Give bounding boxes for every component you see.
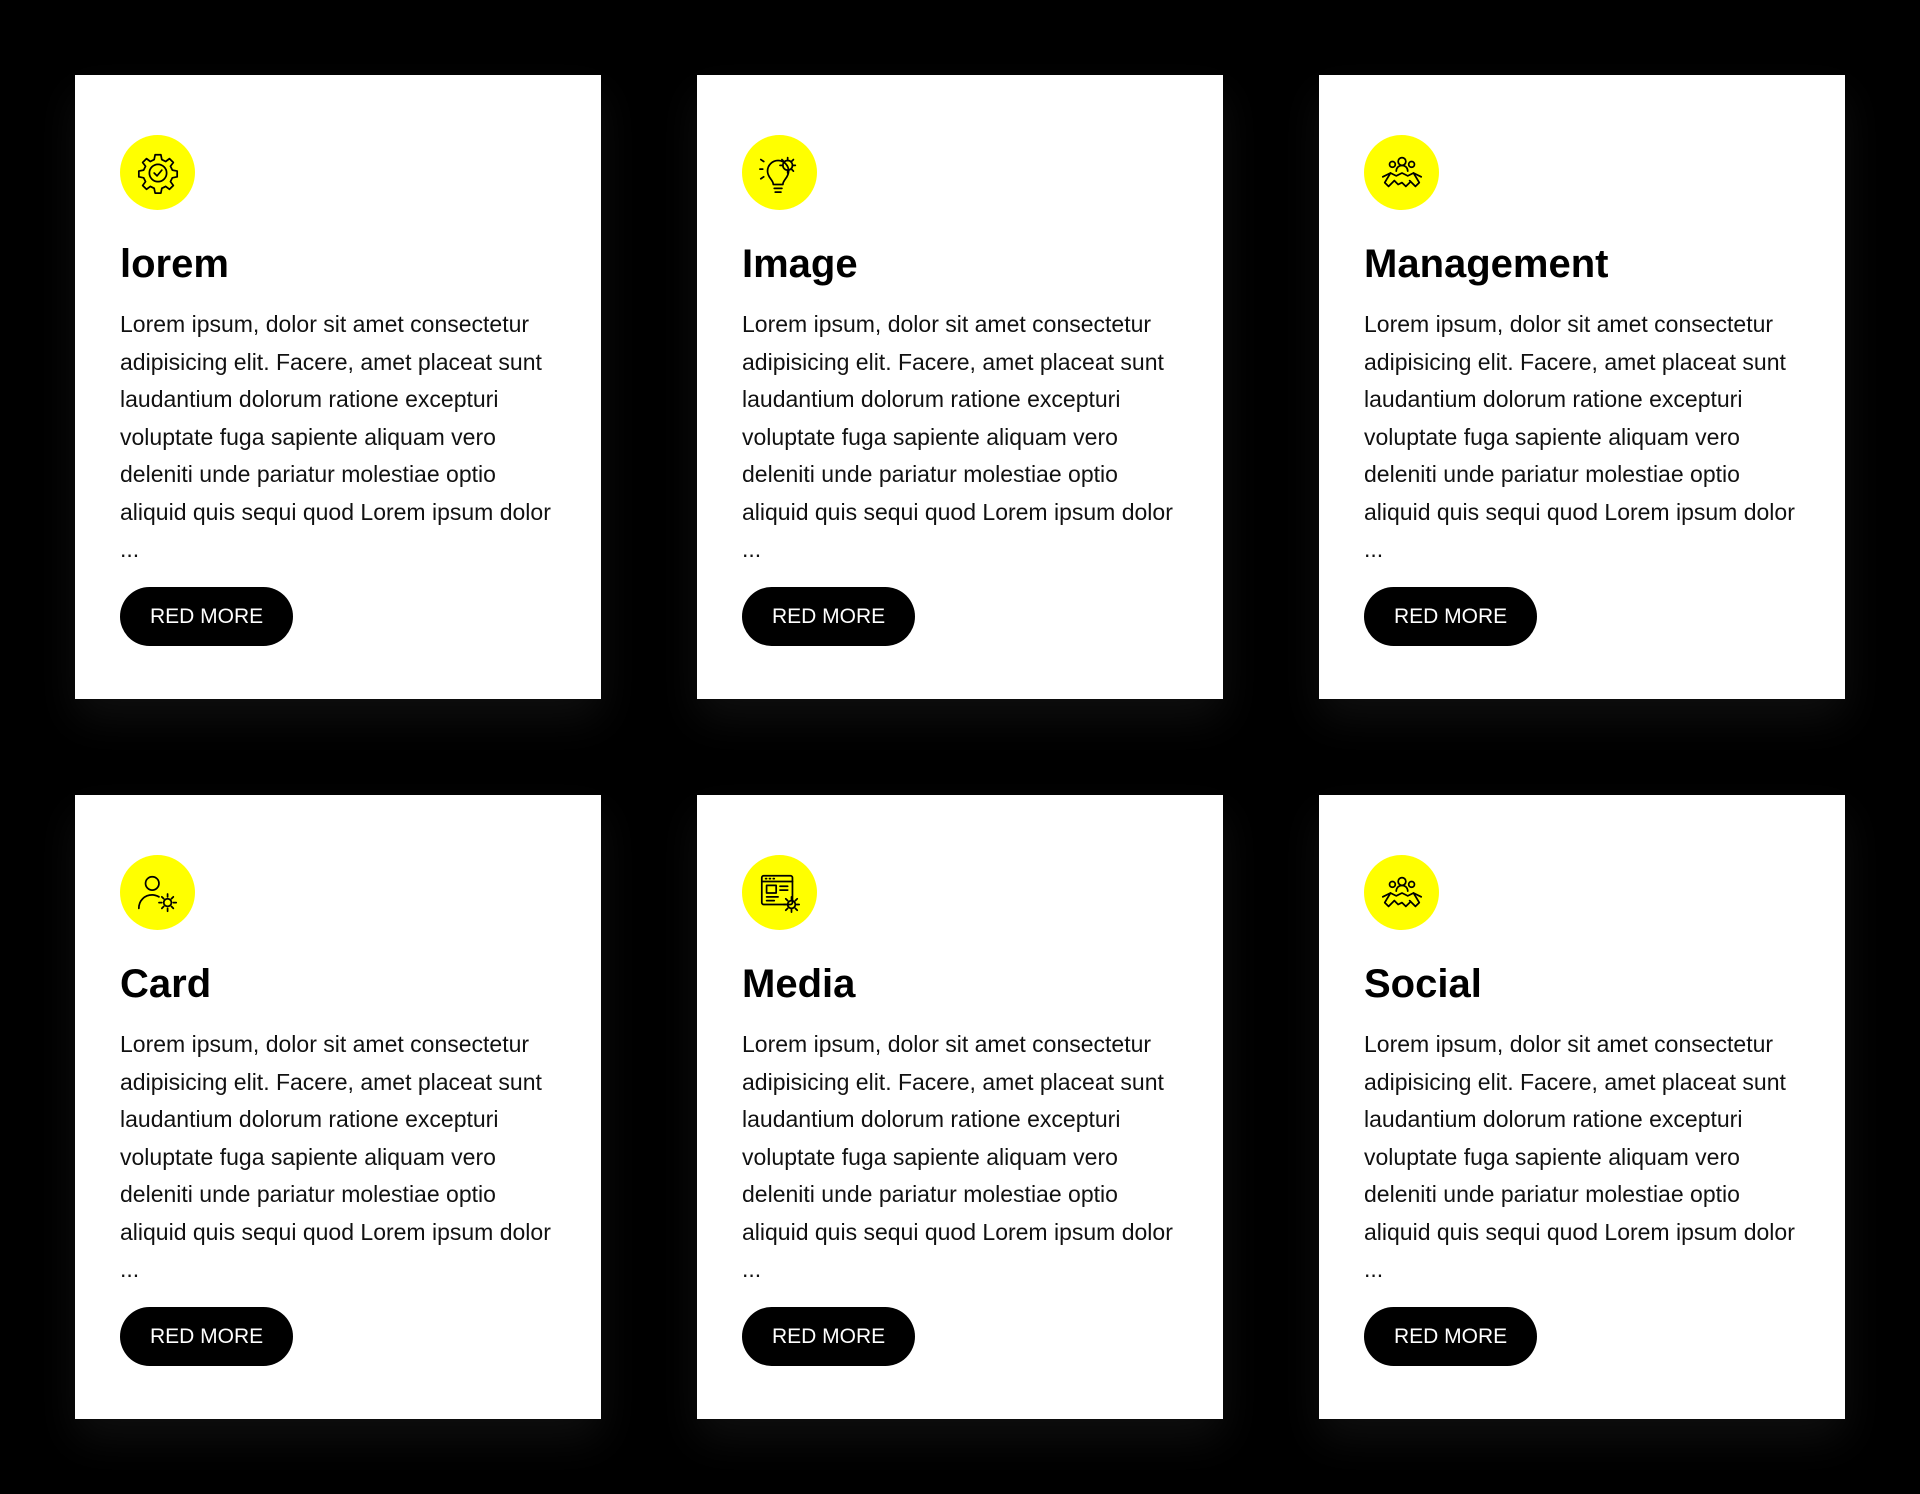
handshake-team-icon <box>1364 855 1439 930</box>
card-title: Management <box>1364 242 1609 286</box>
card-title: Image <box>742 242 858 286</box>
handshake-team-icon <box>1364 135 1439 210</box>
read-more-button[interactable]: RED MORE <box>742 586 916 646</box>
card-title: lorem <box>120 242 229 286</box>
card-description: Lorem ipsum, dolor sit amet consectetur … <box>120 1031 551 1282</box>
card-lorem: lorem Lorem ipsum, dolor sit amet consec… <box>75 75 601 699</box>
user-settings-icon <box>120 855 195 930</box>
read-more-button[interactable]: RED MORE <box>120 586 294 646</box>
card-media: Media Lorem ipsum, dolor sit amet consec… <box>697 795 1223 1419</box>
card-description: Lorem ipsum, dolor sit amet consectetur … <box>742 1031 1173 1282</box>
card-description: Lorem ipsum, dolor sit amet consectetur … <box>742 311 1173 562</box>
read-more-button[interactable]: RED MORE <box>1364 586 1538 646</box>
card-title: Social <box>1364 962 1482 1006</box>
card-social: Social Lorem ipsum, dolor sit amet conse… <box>1319 795 1845 1419</box>
card-title: Card <box>120 962 212 1006</box>
card-description: Lorem ipsum, dolor sit amet consectetur … <box>120 311 551 562</box>
read-more-button[interactable]: RED MORE <box>120 1306 294 1366</box>
read-more-button[interactable]: RED MORE <box>1364 1306 1538 1366</box>
lightbulb-gear-icon <box>742 135 817 210</box>
card-management: Management Lorem ipsum, dolor sit amet c… <box>1319 75 1845 699</box>
gear-check-icon <box>120 135 195 210</box>
card-description: Lorem ipsum, dolor sit amet consectetur … <box>1364 311 1795 562</box>
web-settings-icon <box>742 855 817 930</box>
cards-grid: lorem Lorem ipsum, dolor sit amet consec… <box>75 75 1845 1419</box>
card-description: Lorem ipsum, dolor sit amet consectetur … <box>1364 1031 1795 1282</box>
card-image: Image Lorem ipsum, dolor sit amet consec… <box>697 75 1223 699</box>
card-title: Media <box>742 962 856 1006</box>
read-more-button[interactable]: RED MORE <box>742 1306 916 1366</box>
card-card: Card Lorem ipsum, dolor sit amet consect… <box>75 795 601 1419</box>
